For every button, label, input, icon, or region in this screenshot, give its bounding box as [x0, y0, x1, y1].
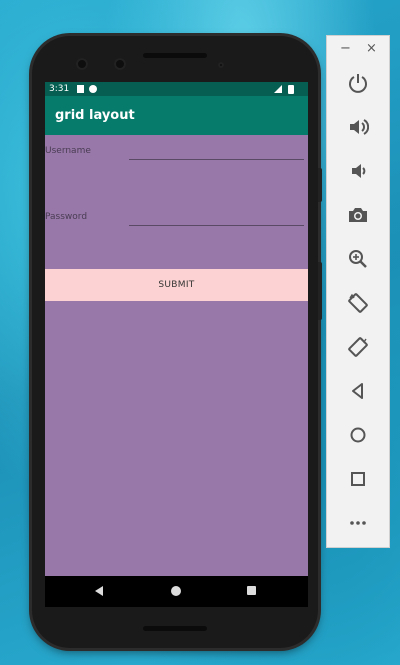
proximity-sensor-icon [218, 62, 224, 68]
volume-side-button [318, 262, 322, 320]
volume-up-button[interactable] [344, 113, 372, 141]
app-bar: grid layout [45, 96, 308, 135]
more-icon [350, 521, 366, 525]
username-label: Username [45, 146, 91, 156]
sync-icon [89, 85, 97, 93]
close-button[interactable]: × [366, 42, 377, 56]
app-title: grid layout [55, 108, 135, 123]
phone-screen: 3:31 grid layout Username Password SUBMI… [45, 82, 308, 607]
camera-icon [349, 208, 367, 222]
volume-down-icon [352, 164, 366, 178]
minimize-button[interactable]: − [340, 42, 351, 56]
screenshot-button[interactable] [344, 201, 372, 229]
submit-button[interactable]: SUBMIT [45, 269, 308, 301]
status-bar: 3:31 [45, 82, 308, 96]
top-speaker [143, 53, 207, 58]
home-icon [350, 427, 366, 443]
navigation-bar [45, 576, 308, 607]
rotate-left-button[interactable] [344, 289, 372, 317]
bottom-speaker [143, 626, 207, 631]
back-button[interactable] [344, 377, 372, 405]
sd-card-icon [77, 85, 84, 93]
rotate-right-icon [348, 337, 368, 357]
username-field[interactable] [129, 145, 304, 160]
back-icon [352, 383, 363, 399]
power-button[interactable] [344, 69, 372, 97]
rotate-left-icon [348, 293, 368, 313]
status-time: 3:31 [49, 84, 70, 94]
front-camera-icon [76, 58, 88, 70]
home-button[interactable] [344, 421, 372, 449]
more-button[interactable] [344, 509, 372, 537]
rotate-right-button[interactable] [344, 333, 372, 361]
power-side-button [318, 168, 322, 202]
zoom-icon [349, 250, 367, 268]
volume-up-icon [350, 119, 369, 135]
overview-button[interactable] [344, 465, 372, 493]
front-sensor-icon [114, 58, 126, 70]
form-content: Username Password SUBMIT [45, 135, 308, 576]
nav-home-button[interactable] [171, 586, 181, 596]
volume-down-button[interactable] [344, 157, 372, 185]
zoom-button[interactable] [344, 245, 372, 273]
nav-back-button[interactable] [95, 586, 103, 596]
power-icon [349, 74, 367, 93]
password-label: Password [45, 212, 88, 222]
battery-icon [288, 85, 294, 94]
signal-icon [274, 85, 282, 93]
password-field[interactable] [129, 211, 304, 226]
overview-icon [351, 472, 365, 486]
nav-recents-button[interactable] [247, 586, 256, 595]
emulator-toolbar: − × [326, 35, 390, 548]
